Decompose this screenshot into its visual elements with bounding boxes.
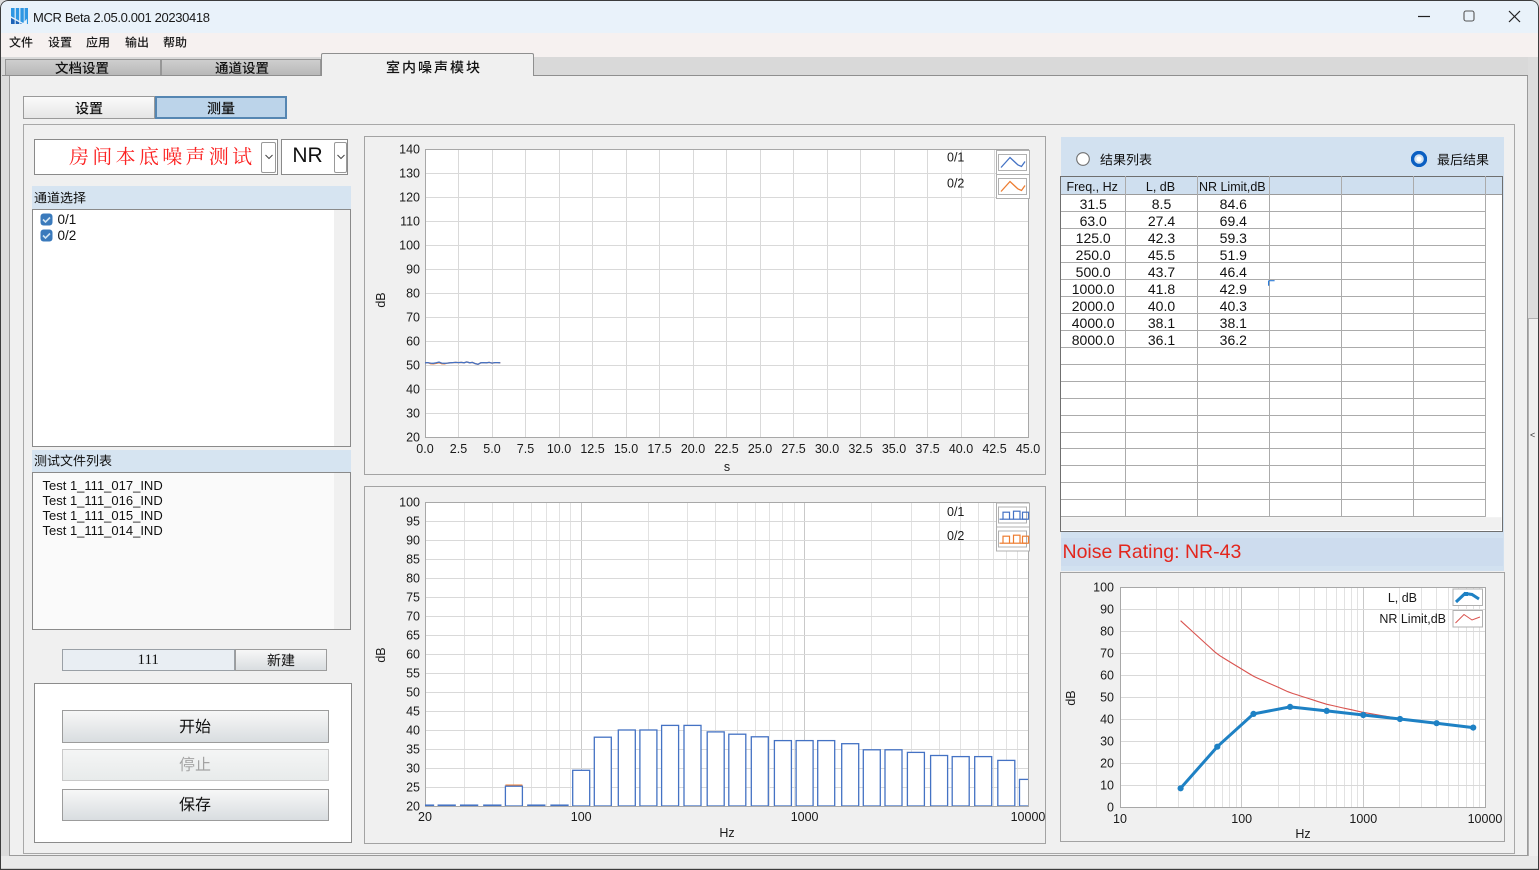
svg-text:2.5: 2.5	[450, 442, 467, 456]
svg-text:95: 95	[406, 515, 420, 529]
svg-text:20: 20	[418, 810, 432, 824]
svg-text:37.5: 37.5	[915, 442, 939, 456]
svg-text:75: 75	[406, 591, 420, 605]
svg-text:70: 70	[406, 610, 420, 624]
svg-text:25.0: 25.0	[748, 442, 772, 456]
svg-text:140: 140	[399, 143, 420, 157]
svg-text:60: 60	[406, 335, 420, 349]
svg-text:60: 60	[406, 648, 420, 662]
svg-text:110: 110	[400, 215, 420, 229]
svg-text:NR Limit,dB: NR Limit,dB	[1379, 612, 1446, 626]
svg-text:100: 100	[571, 810, 592, 824]
svg-text:30: 30	[1100, 735, 1114, 749]
svg-text:10000: 10000	[1468, 812, 1503, 826]
svg-text:10.0: 10.0	[547, 442, 571, 456]
svg-text:40: 40	[406, 383, 420, 397]
svg-text:dB: dB	[1064, 690, 1078, 705]
svg-text:85: 85	[406, 553, 420, 567]
svg-text:45.0: 45.0	[1016, 442, 1040, 456]
svg-text:0.0: 0.0	[416, 442, 433, 456]
svg-text:dB: dB	[374, 647, 388, 662]
svg-text:L, dB: L, dB	[1388, 591, 1417, 605]
svg-text:27.5: 27.5	[781, 442, 805, 456]
svg-text:40: 40	[1100, 713, 1114, 727]
svg-text:10: 10	[1100, 779, 1114, 793]
svg-text:35.0: 35.0	[882, 442, 906, 456]
svg-text:42.5: 42.5	[982, 442, 1006, 456]
svg-text:1000: 1000	[1349, 812, 1377, 826]
svg-text:80: 80	[1100, 625, 1114, 639]
svg-text:65: 65	[406, 629, 420, 643]
svg-text:45: 45	[406, 705, 420, 719]
svg-text:30: 30	[406, 762, 420, 776]
svg-text:50: 50	[406, 359, 420, 373]
svg-text:25: 25	[406, 781, 420, 795]
svg-text:80: 80	[406, 287, 420, 301]
svg-text:60: 60	[1100, 669, 1114, 683]
svg-text:1000: 1000	[791, 810, 819, 824]
svg-text:40: 40	[406, 724, 420, 738]
svg-text:120: 120	[399, 191, 420, 205]
svg-text:0/1: 0/1	[947, 151, 964, 165]
svg-text:10000: 10000	[1011, 810, 1046, 824]
svg-text:50: 50	[1100, 691, 1114, 705]
svg-text:70: 70	[406, 311, 420, 325]
svg-text:90: 90	[406, 263, 420, 277]
svg-text:50: 50	[406, 686, 420, 700]
svg-text:30.0: 30.0	[815, 442, 839, 456]
svg-text:0/2: 0/2	[947, 177, 964, 191]
svg-text:10: 10	[1113, 812, 1127, 826]
svg-text:Hz: Hz	[1295, 827, 1310, 841]
svg-text:40.0: 40.0	[949, 442, 973, 456]
svg-text:55: 55	[406, 667, 420, 681]
svg-text:130: 130	[399, 167, 420, 181]
svg-text:15.0: 15.0	[614, 442, 638, 456]
svg-text:Hz: Hz	[719, 826, 734, 840]
svg-text:0/2: 0/2	[947, 529, 964, 543]
svg-text:s: s	[724, 460, 730, 474]
svg-text:35: 35	[406, 743, 420, 757]
svg-text:dB: dB	[374, 292, 388, 307]
svg-text:90: 90	[1100, 603, 1114, 617]
svg-text:17.5: 17.5	[647, 442, 671, 456]
svg-text:100: 100	[1093, 581, 1114, 595]
svg-text:100: 100	[1231, 812, 1252, 826]
svg-text:20: 20	[1100, 757, 1114, 771]
svg-text:20.0: 20.0	[681, 442, 705, 456]
svg-text:7.5: 7.5	[517, 442, 534, 456]
svg-text:32.5: 32.5	[848, 442, 872, 456]
svg-text:30: 30	[406, 407, 420, 421]
svg-text:80: 80	[406, 572, 420, 586]
svg-text:100: 100	[399, 496, 420, 510]
svg-text:90: 90	[406, 534, 420, 548]
svg-text:0/1: 0/1	[947, 505, 964, 519]
svg-text:70: 70	[1100, 647, 1114, 661]
svg-text:22.5: 22.5	[714, 442, 738, 456]
svg-text:100: 100	[399, 239, 420, 253]
svg-text:5.0: 5.0	[483, 442, 500, 456]
svg-text:12.5: 12.5	[580, 442, 604, 456]
